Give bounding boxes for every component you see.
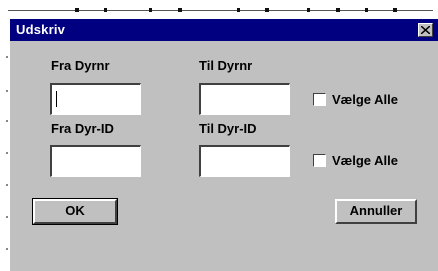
print-dialog: Udskriv Fra Dyrnr Til Dyrnr Vælge Alle F… [9, 18, 438, 271]
background-mark [178, 8, 182, 12]
ok-button[interactable]: OK [32, 198, 118, 225]
to-number-label: Til Dyrnr [199, 58, 253, 73]
to-id-input[interactable] [199, 145, 290, 177]
background-dot [6, 56, 8, 58]
background-mark [393, 8, 397, 12]
select-all-id-label[interactable]: Vælge Alle [332, 153, 398, 168]
background-window-strip [0, 0, 438, 18]
background-dot [6, 184, 8, 186]
background-mark [149, 8, 152, 12]
background-mark [75, 8, 79, 12]
background-left-edge [0, 18, 9, 271]
background-dot [6, 248, 8, 250]
from-number-input[interactable] [50, 83, 141, 115]
text-caret [56, 91, 57, 107]
background-dot [6, 120, 8, 122]
select-all-id-checkbox[interactable] [313, 154, 326, 167]
from-id-input[interactable] [50, 145, 141, 177]
background-dot [6, 216, 8, 218]
close-icon [421, 26, 430, 34]
select-all-number-label[interactable]: Vælge Alle [332, 92, 398, 107]
from-id-label: Fra Dyr-ID [51, 121, 114, 136]
to-number-input[interactable] [199, 83, 290, 115]
background-mark [237, 8, 240, 12]
background-divider [8, 10, 433, 11]
select-all-number-checkbox[interactable] [313, 93, 326, 106]
background-mark [307, 8, 310, 12]
background-dot [6, 152, 8, 154]
dialog-title: Udskriv [16, 22, 66, 37]
from-number-label: Fra Dyrnr [51, 58, 110, 73]
background-mark [336, 8, 340, 12]
background-mark [104, 8, 107, 12]
background-mark [265, 8, 269, 12]
cancel-button[interactable]: Annuller [335, 199, 417, 224]
to-id-label: Til Dyr-ID [199, 121, 257, 136]
close-button[interactable] [418, 23, 433, 37]
background-mark [365, 8, 368, 12]
dialog-titlebar[interactable]: Udskriv [10, 19, 438, 41]
background-dot [6, 90, 8, 92]
